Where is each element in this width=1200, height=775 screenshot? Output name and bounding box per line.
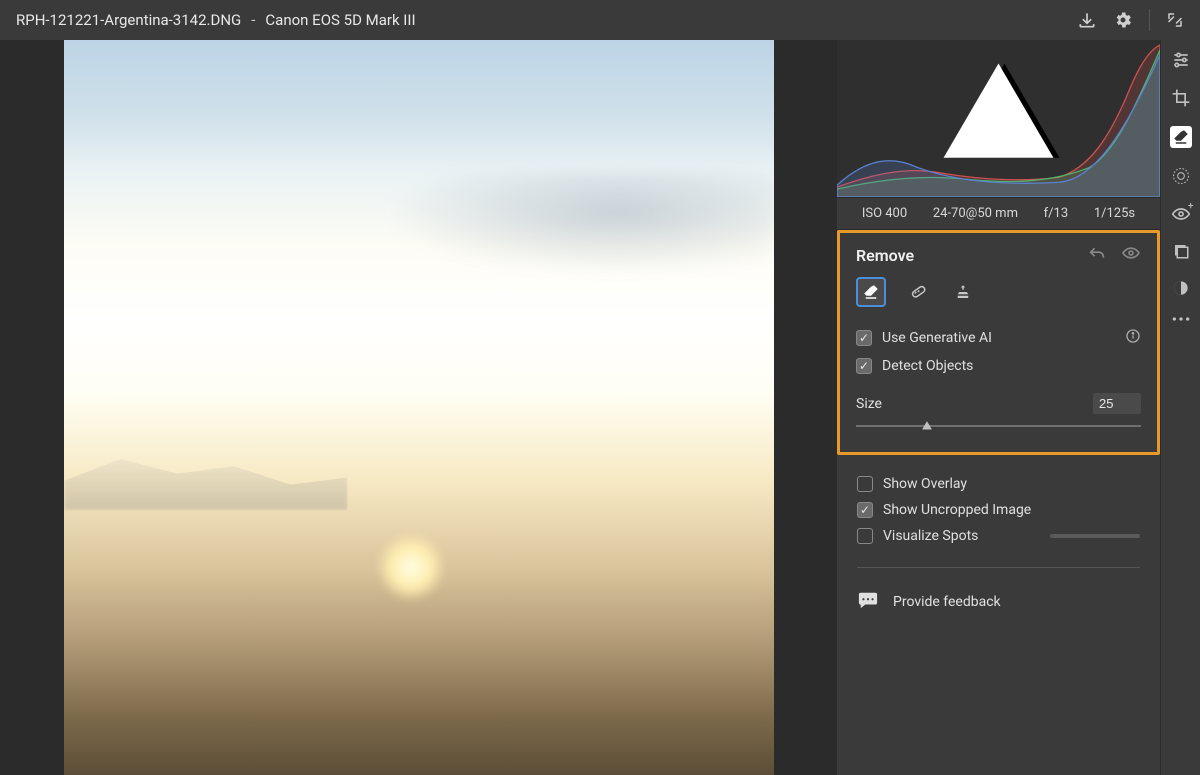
remove-options: Show Overlay Show Uncropped Image Visual… xyxy=(837,455,1160,618)
size-input[interactable] xyxy=(1093,393,1141,414)
lens-blur-icon[interactable] xyxy=(1171,278,1191,298)
header-actions xyxy=(1077,9,1184,31)
show-uncropped-label: Show Uncropped Image xyxy=(883,502,1031,518)
size-slider-thumb[interactable] xyxy=(920,419,934,433)
exif-lens: 24-70@50 mm xyxy=(933,206,1018,221)
app-header: RPH-121221-Argentina-3142.DNG - Canon EO… xyxy=(0,0,1200,40)
remove-mode-row xyxy=(856,277,1141,307)
remove-title: Remove xyxy=(856,246,914,265)
fullscreen-icon[interactable] xyxy=(1166,11,1184,29)
info-icon[interactable] xyxy=(1125,328,1141,348)
camera-model: Canon EOS 5D Mark III xyxy=(265,11,415,29)
inspector-panel: ISO 400 24-70@50 mm f/13 1/125s Remove xyxy=(837,40,1160,775)
histogram[interactable] xyxy=(837,40,1160,198)
gear-icon[interactable] xyxy=(1113,10,1133,30)
detect-objects-label: Detect Objects xyxy=(882,358,973,374)
presets-stack-icon[interactable] xyxy=(1172,242,1190,260)
header-divider xyxy=(1149,9,1150,31)
exif-shutter: 1/125s xyxy=(1094,206,1135,221)
title-separator: - xyxy=(251,11,255,29)
chat-icon xyxy=(857,590,879,614)
show-uncropped-checkbox[interactable] xyxy=(857,502,873,518)
undo-icon[interactable] xyxy=(1087,245,1107,265)
visualize-spots-row: Visualize Spots xyxy=(857,523,1140,549)
clone-stamp-mode-button[interactable] xyxy=(948,277,978,307)
use-generative-ai-checkbox[interactable] xyxy=(856,330,872,346)
provide-feedback-label: Provide feedback xyxy=(893,594,1001,610)
show-overlay-label: Show Overlay xyxy=(883,476,967,492)
exif-aperture: f/13 xyxy=(1044,206,1069,221)
visualize-spots-checkbox[interactable] xyxy=(857,528,873,544)
visibility-eye-icon[interactable] xyxy=(1121,245,1141,265)
more-icon[interactable] xyxy=(1171,316,1191,322)
eraser-mode-button[interactable] xyxy=(856,277,886,307)
photo-preview xyxy=(64,40,774,775)
remove-header: Remove xyxy=(856,245,1141,265)
detect-objects-checkbox[interactable] xyxy=(856,358,872,374)
use-generative-ai-row: Use Generative AI xyxy=(856,323,1141,353)
sliders-icon[interactable] xyxy=(1171,50,1191,70)
crop-icon[interactable] xyxy=(1171,88,1191,108)
show-overlay-row: Show Overlay xyxy=(857,471,1140,497)
size-row: Size xyxy=(856,393,1141,414)
show-overlay-checkbox[interactable] xyxy=(857,476,873,492)
redeye-icon[interactable]: + xyxy=(1171,204,1191,224)
remove-panel: Remove xyxy=(837,230,1160,455)
download-icon[interactable] xyxy=(1077,10,1097,30)
provide-feedback-button[interactable]: Provide feedback xyxy=(857,586,1140,618)
size-label: Size xyxy=(856,396,882,412)
canvas-area[interactable] xyxy=(0,40,837,775)
filename: RPH-121221-Argentina-3142.DNG xyxy=(16,11,241,29)
radial-mask-icon[interactable] xyxy=(1171,166,1191,186)
exif-bar: ISO 400 24-70@50 mm f/13 1/125s xyxy=(837,198,1160,230)
divider xyxy=(857,567,1140,568)
eraser-tool-icon[interactable] xyxy=(1170,126,1192,148)
size-slider[interactable] xyxy=(856,418,1141,434)
highlight-clipping-icon[interactable] xyxy=(837,40,1160,197)
exif-iso: ISO 400 xyxy=(862,206,907,221)
right-rail: ISO 400 24-70@50 mm f/13 1/125s Remove xyxy=(837,40,1200,775)
main-area: ISO 400 24-70@50 mm f/13 1/125s Remove xyxy=(0,40,1200,775)
detect-objects-row: Detect Objects xyxy=(856,353,1141,379)
show-uncropped-row: Show Uncropped Image xyxy=(857,497,1140,523)
document-title: RPH-121221-Argentina-3142.DNG - Canon EO… xyxy=(16,11,416,29)
heal-mode-button[interactable] xyxy=(902,277,932,307)
toolstrip: + xyxy=(1160,40,1200,775)
visualize-spots-label: Visualize Spots xyxy=(883,528,978,544)
visualize-spots-slider[interactable] xyxy=(1050,534,1140,538)
use-generative-ai-label: Use Generative AI xyxy=(882,330,992,346)
